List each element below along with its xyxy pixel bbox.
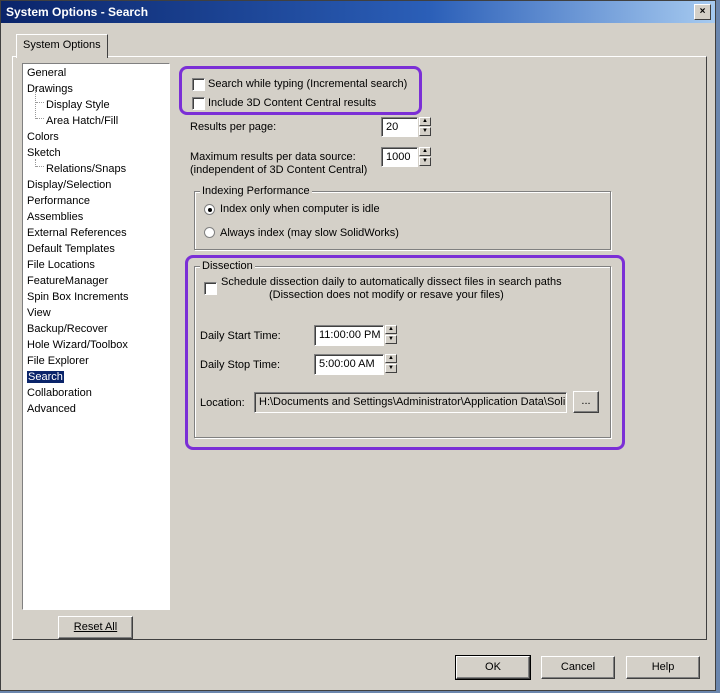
spin-up-icon[interactable]: ▲ xyxy=(419,117,431,126)
close-button[interactable]: × xyxy=(694,4,711,20)
include-3d-content-checkbox[interactable] xyxy=(192,97,205,110)
location-label: Location: xyxy=(200,397,245,409)
max-results-label: Maximum results per data source: xyxy=(190,151,356,163)
tree-item-collaboration[interactable]: Collaboration xyxy=(27,387,92,399)
include-3d-content-label: Include 3D Content Central results xyxy=(208,97,377,109)
results-per-page-spinner[interactable]: ▲ ▼ xyxy=(419,117,431,137)
daily-stop-time-label: Daily Stop Time: xyxy=(200,359,281,371)
ok-button[interactable]: OK xyxy=(455,655,531,680)
title-bar[interactable]: System Options - Search × xyxy=(1,1,715,23)
incremental-search-label: Search while typing (Incremental search) xyxy=(208,78,408,90)
spin-up-icon[interactable]: ▲ xyxy=(385,354,397,363)
tree-item-display-style[interactable]: Display Style xyxy=(46,99,110,111)
tree-item-default-templates[interactable]: Default Templates xyxy=(27,243,115,255)
max-results-sublabel: (independent of 3D Content Central) xyxy=(190,164,368,176)
spin-down-icon[interactable]: ▼ xyxy=(385,364,397,373)
cancel-button[interactable]: Cancel xyxy=(541,656,615,679)
tree-item-file-locations[interactable]: File Locations xyxy=(27,259,95,271)
reset-all-button[interactable]: Reset All xyxy=(58,616,133,639)
daily-start-time-label: Daily Start Time: xyxy=(200,330,281,342)
results-per-page-input[interactable]: 20 xyxy=(381,117,418,137)
index-idle-label: Index only when computer is idle xyxy=(220,203,380,215)
start-time-spinner[interactable]: ▲ ▼ xyxy=(385,325,397,346)
tree-item-colors[interactable]: Colors xyxy=(27,131,59,143)
window-title: System Options - Search xyxy=(6,5,149,19)
tree-item-external-references[interactable]: External References xyxy=(27,227,127,239)
help-button[interactable]: Help xyxy=(626,656,700,679)
tree-item-general[interactable]: General xyxy=(27,67,66,79)
spin-down-icon[interactable]: ▼ xyxy=(419,157,431,166)
tree-item-display-selection[interactable]: Display/Selection xyxy=(27,179,111,191)
schedule-dissection-label: Schedule dissection daily to automatical… xyxy=(221,276,562,288)
daily-start-time-input[interactable]: 11:00:00 PM xyxy=(314,325,384,346)
tree-item-performance[interactable]: Performance xyxy=(27,195,90,207)
dissection-title: Dissection xyxy=(200,260,255,272)
tree-item-area-hatch-fill[interactable]: Area Hatch/Fill xyxy=(46,115,118,127)
location-field[interactable]: H:\Documents and Settings\Administrator\… xyxy=(254,392,567,413)
tree-item-spin-box-increments[interactable]: Spin Box Increments xyxy=(27,291,129,303)
indexing-performance-title: Indexing Performance xyxy=(200,185,312,197)
schedule-dissection-note: (Dissection does not modify or resave yo… xyxy=(269,289,504,301)
schedule-dissection-checkbox[interactable] xyxy=(204,282,217,295)
incremental-search-checkbox[interactable] xyxy=(192,78,205,91)
index-always-radio[interactable] xyxy=(204,227,215,238)
tree-item-file-explorer[interactable]: File Explorer xyxy=(27,355,89,367)
tree-item-featuremanager[interactable]: FeatureManager xyxy=(27,275,108,287)
tree-item-assemblies[interactable]: Assemblies xyxy=(27,211,83,223)
stop-time-spinner[interactable]: ▲ ▼ xyxy=(385,354,397,375)
tree-item-search[interactable]: Search xyxy=(27,371,64,383)
indexing-performance-group xyxy=(194,191,611,250)
max-results-spinner[interactable]: ▲ ▼ xyxy=(419,147,431,167)
spin-up-icon[interactable]: ▲ xyxy=(419,147,431,156)
spin-down-icon[interactable]: ▼ xyxy=(385,335,397,344)
browse-button[interactable]: ... xyxy=(573,391,599,413)
tree-item-advanced[interactable]: Advanced xyxy=(27,403,76,415)
daily-stop-time-input[interactable]: 5:00:00 AM xyxy=(314,354,384,375)
tab-system-options-label: System Options xyxy=(23,39,101,51)
tab-system-options[interactable]: System Options xyxy=(16,34,108,58)
tree-item-relations-snaps[interactable]: Relations/Snaps xyxy=(46,163,126,175)
tree-item-drawings[interactable]: Drawings xyxy=(27,83,73,95)
options-tree[interactable]: General Drawings Display Style Area Hatc… xyxy=(22,63,170,610)
tree-item-hole-wizard-toolbox[interactable]: Hole Wizard/Toolbox xyxy=(27,339,128,351)
results-per-page-label: Results per page: xyxy=(190,121,277,133)
index-idle-radio[interactable] xyxy=(204,204,215,215)
max-results-input[interactable]: 1000 xyxy=(381,147,418,167)
spin-down-icon[interactable]: ▼ xyxy=(419,127,431,136)
tree-item-sketch[interactable]: Sketch xyxy=(27,147,61,159)
spin-up-icon[interactable]: ▲ xyxy=(385,325,397,334)
system-options-dialog: System Options - Search × System Options… xyxy=(0,0,716,691)
index-always-label: Always index (may slow SolidWorks) xyxy=(220,227,399,239)
tree-item-backup-recover[interactable]: Backup/Recover xyxy=(27,323,108,335)
tree-item-view[interactable]: View xyxy=(27,307,51,319)
